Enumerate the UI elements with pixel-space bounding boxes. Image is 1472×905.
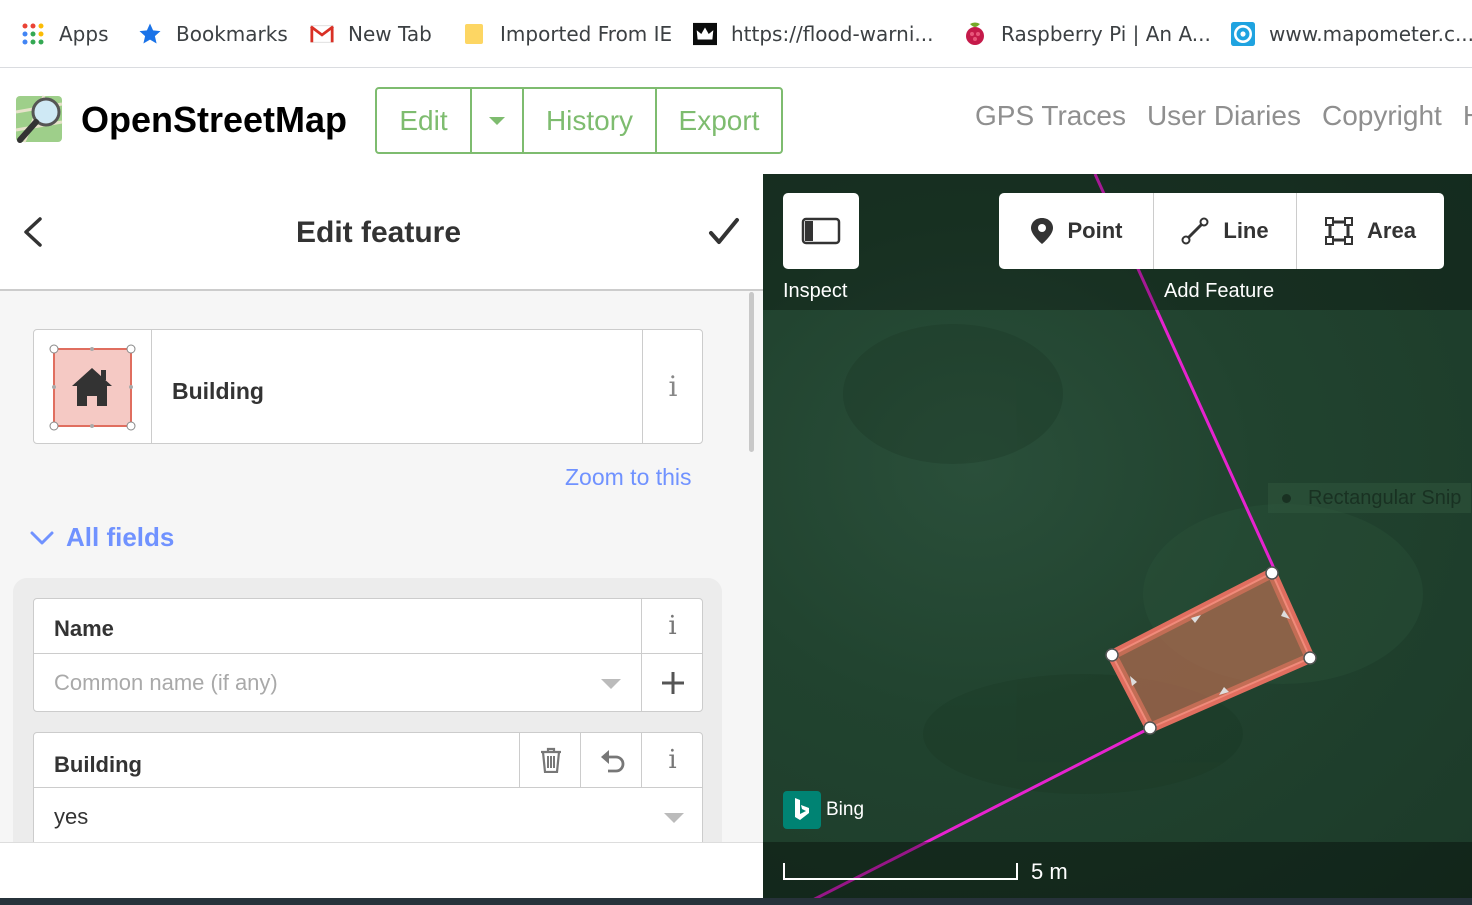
name-info-button[interactable]: i	[641, 599, 703, 653]
field-label: Building	[54, 752, 142, 777]
field-label: Name	[54, 616, 114, 641]
add-line-label: Line	[1223, 218, 1269, 243]
add-point-button[interactable]: Point	[999, 193, 1154, 269]
plus-icon	[661, 671, 684, 694]
sidebar-title: Edit feature	[295, 216, 462, 249]
building-area-icon	[49, 344, 136, 431]
bookmark-mapometer[interactable]: www.mapometer.c...	[1231, 0, 1472, 67]
chevron-down-icon[interactable]	[600, 678, 622, 690]
export-button[interactable]: Export	[657, 89, 781, 152]
nav-help[interactable]: He	[1463, 100, 1472, 132]
preset-info-button[interactable]: i	[642, 330, 703, 443]
delete-field-button[interactable]	[519, 733, 581, 787]
name-placeholder: Common name (if any)	[54, 670, 278, 695]
bookmark-imported-from-ie[interactable]: Imported From IE	[462, 0, 672, 67]
all-fields-label: All fields	[66, 522, 175, 552]
bookmark-new-tab[interactable]: New Tab	[310, 0, 432, 67]
close-editor-button[interactable]	[706, 214, 742, 250]
zoom-to-feature-link[interactable]: Zoom to this	[565, 464, 692, 491]
history-button[interactable]: History	[524, 89, 657, 152]
trash-icon	[540, 747, 561, 773]
scale-bar[interactable]	[783, 860, 1023, 887]
add-area-label: Area	[1367, 218, 1416, 243]
chevron-down-icon	[489, 116, 505, 125]
undo-icon	[600, 750, 624, 773]
add-localized-name-button[interactable]	[641, 654, 703, 711]
nav-gps-traces[interactable]: GPS Traces	[975, 100, 1126, 132]
scrollbar-thumb[interactable]	[749, 292, 754, 452]
building-info-button[interactable]: i	[641, 733, 703, 787]
mapometer-icon	[1231, 21, 1255, 46]
add-line-button[interactable]: Line	[1154, 193, 1297, 269]
raspberry-icon	[963, 22, 987, 46]
bookmark-label: Raspberry Pi | An A...	[1001, 21, 1211, 46]
map-canvas[interactable]: Inspect Point Line Area Add Feature Rect…	[763, 174, 1472, 905]
name-input[interactable]: Common name (if any)	[34, 654, 702, 711]
bookmarks-bar: Apps Bookmarks New Tab Imported From IE …	[0, 0, 1472, 68]
scale-bar-graphic	[783, 863, 1018, 880]
bookmark-apps[interactable]: Apps	[21, 0, 109, 67]
building-field-header: Building i	[34, 733, 702, 788]
imagery-attribution[interactable]: Bing	[783, 791, 864, 829]
bing-logo-icon	[783, 791, 821, 829]
preset-icon-box	[34, 330, 152, 443]
nav-user-diaries[interactable]: User Diaries	[1147, 100, 1301, 132]
bookmark-label: Imported From IE	[500, 21, 673, 46]
all-fields-toggle[interactable]: All fields	[30, 522, 174, 553]
folder-icon	[462, 22, 486, 46]
site-brand[interactable]: OpenStreetMap	[81, 99, 347, 141]
edit-button[interactable]: Edit	[377, 89, 472, 152]
building-select[interactable]: yes	[34, 788, 702, 845]
name-field: Name i Common name (if any)	[33, 598, 703, 712]
bookmark-label: New Tab	[348, 21, 432, 46]
line-icon	[1181, 217, 1209, 245]
osm-logo-icon[interactable]	[14, 92, 70, 148]
bookmark-label: www.mapometer.c...	[1269, 21, 1472, 46]
chevron-down-icon[interactable]	[663, 812, 685, 824]
snip-overlay: Rectangular Snip	[1268, 483, 1472, 513]
add-area-button[interactable]: Area	[1297, 193, 1444, 269]
preset-name: Building	[172, 378, 264, 404]
area-icon	[1325, 217, 1354, 245]
scale-label: 5 m	[1031, 859, 1068, 884]
bookmark-label: Apps	[59, 21, 109, 46]
name-field-header: Name i	[34, 599, 702, 654]
sidebar-footer	[0, 842, 763, 905]
add-feature-label: Add Feature	[1164, 280, 1275, 302]
chevron-down-icon	[30, 531, 54, 544]
edit-dropdown-button[interactable]	[472, 89, 524, 152]
bookmark-bookmarks[interactable]: Bookmarks	[138, 0, 288, 67]
bookmark-flood-warning[interactable]: https://flood-warni...	[693, 0, 933, 67]
inspect-button[interactable]	[783, 193, 859, 269]
add-point-label: Point	[1067, 218, 1123, 243]
bookmark-label: https://flood-warni...	[731, 21, 934, 46]
attribution-label: Bing	[826, 799, 865, 820]
revert-field-button[interactable]	[580, 733, 642, 787]
building-value: yes	[54, 804, 89, 829]
bookmark-raspberry-pi[interactable]: Raspberry Pi | An A...	[963, 0, 1211, 67]
add-feature-toolbar: Point Line Area	[999, 193, 1444, 269]
apps-grid-icon	[21, 22, 45, 46]
snip-dot	[1282, 494, 1291, 503]
map-pin-icon	[1030, 218, 1053, 244]
nav-copyright[interactable]: Copyright	[1322, 100, 1442, 132]
preset-selector[interactable]: Building i	[33, 329, 703, 444]
gmail-icon	[310, 22, 334, 46]
window-bottom-edge	[0, 898, 1472, 905]
checkmark-icon	[709, 218, 739, 244]
star-icon	[138, 22, 162, 46]
inspect-label: Inspect	[783, 280, 848, 302]
crown-icon	[693, 22, 717, 46]
edit-button-group: Edit History Export	[375, 87, 783, 154]
snip-overlay-label: Rectangular Snip	[1308, 487, 1462, 509]
header-nav: GPS Traces User Diaries Copyright He	[975, 100, 1472, 132]
sidebar-toggle-icon	[801, 217, 841, 245]
sidebar-header: Edit feature	[0, 174, 763, 291]
sidebar-scrollbar[interactable]	[746, 292, 756, 852]
bookmark-label: Bookmarks	[176, 21, 288, 46]
editor-sidebar: Edit feature Building i Zoom to this All	[0, 174, 763, 905]
